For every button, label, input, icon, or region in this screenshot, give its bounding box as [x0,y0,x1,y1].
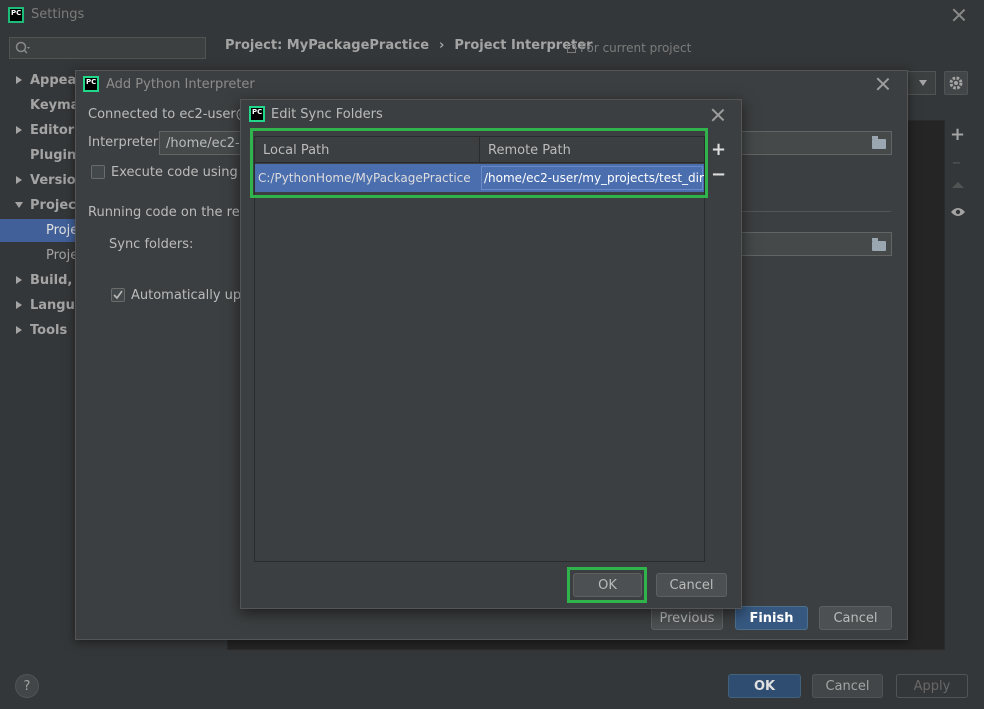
execute-checkbox[interactable] [91,165,105,179]
sync-dialog-close-icon[interactable] [711,108,725,122]
finish-button[interactable]: Finish [735,606,808,630]
add-interpreter-title: Add Python Interpreter [106,77,255,92]
pycharm-logo-icon: PC [249,106,265,122]
add-interpreter-close-icon[interactable] [876,77,890,91]
add-folder-icon[interactable]: + [711,139,726,160]
pycharm-logo-icon: PC [83,76,99,92]
separator-line [741,211,891,212]
sync-folders-label: Sync folders: [109,237,194,252]
checkmark-icon [113,290,123,300]
add-interpreter-cancel-button[interactable]: Cancel [819,606,892,630]
edit-sync-folders-dialog: PC Edit Sync Folders Local Path Remote P… [240,99,742,609]
remove-folder-icon[interactable]: − [711,164,726,185]
previous-button[interactable]: Previous [651,606,723,630]
sync-dialog-title: Edit Sync Folders [271,107,383,122]
sync-folders-field[interactable] [736,232,892,256]
interpreter-label: Interpreter: [88,135,163,150]
sync-cancel-button[interactable]: Cancel [656,573,727,597]
auto-upload-checkbox[interactable] [111,288,125,302]
toolbar-divider [704,137,705,561]
folder-icon[interactable] [872,238,886,251]
folder-icon[interactable] [872,136,886,149]
sync-folders-table: Local Path Remote Path C:/PythonHome/MyP… [254,136,705,562]
highlight-box-ok [567,567,647,603]
highlight-box-table [250,128,708,198]
